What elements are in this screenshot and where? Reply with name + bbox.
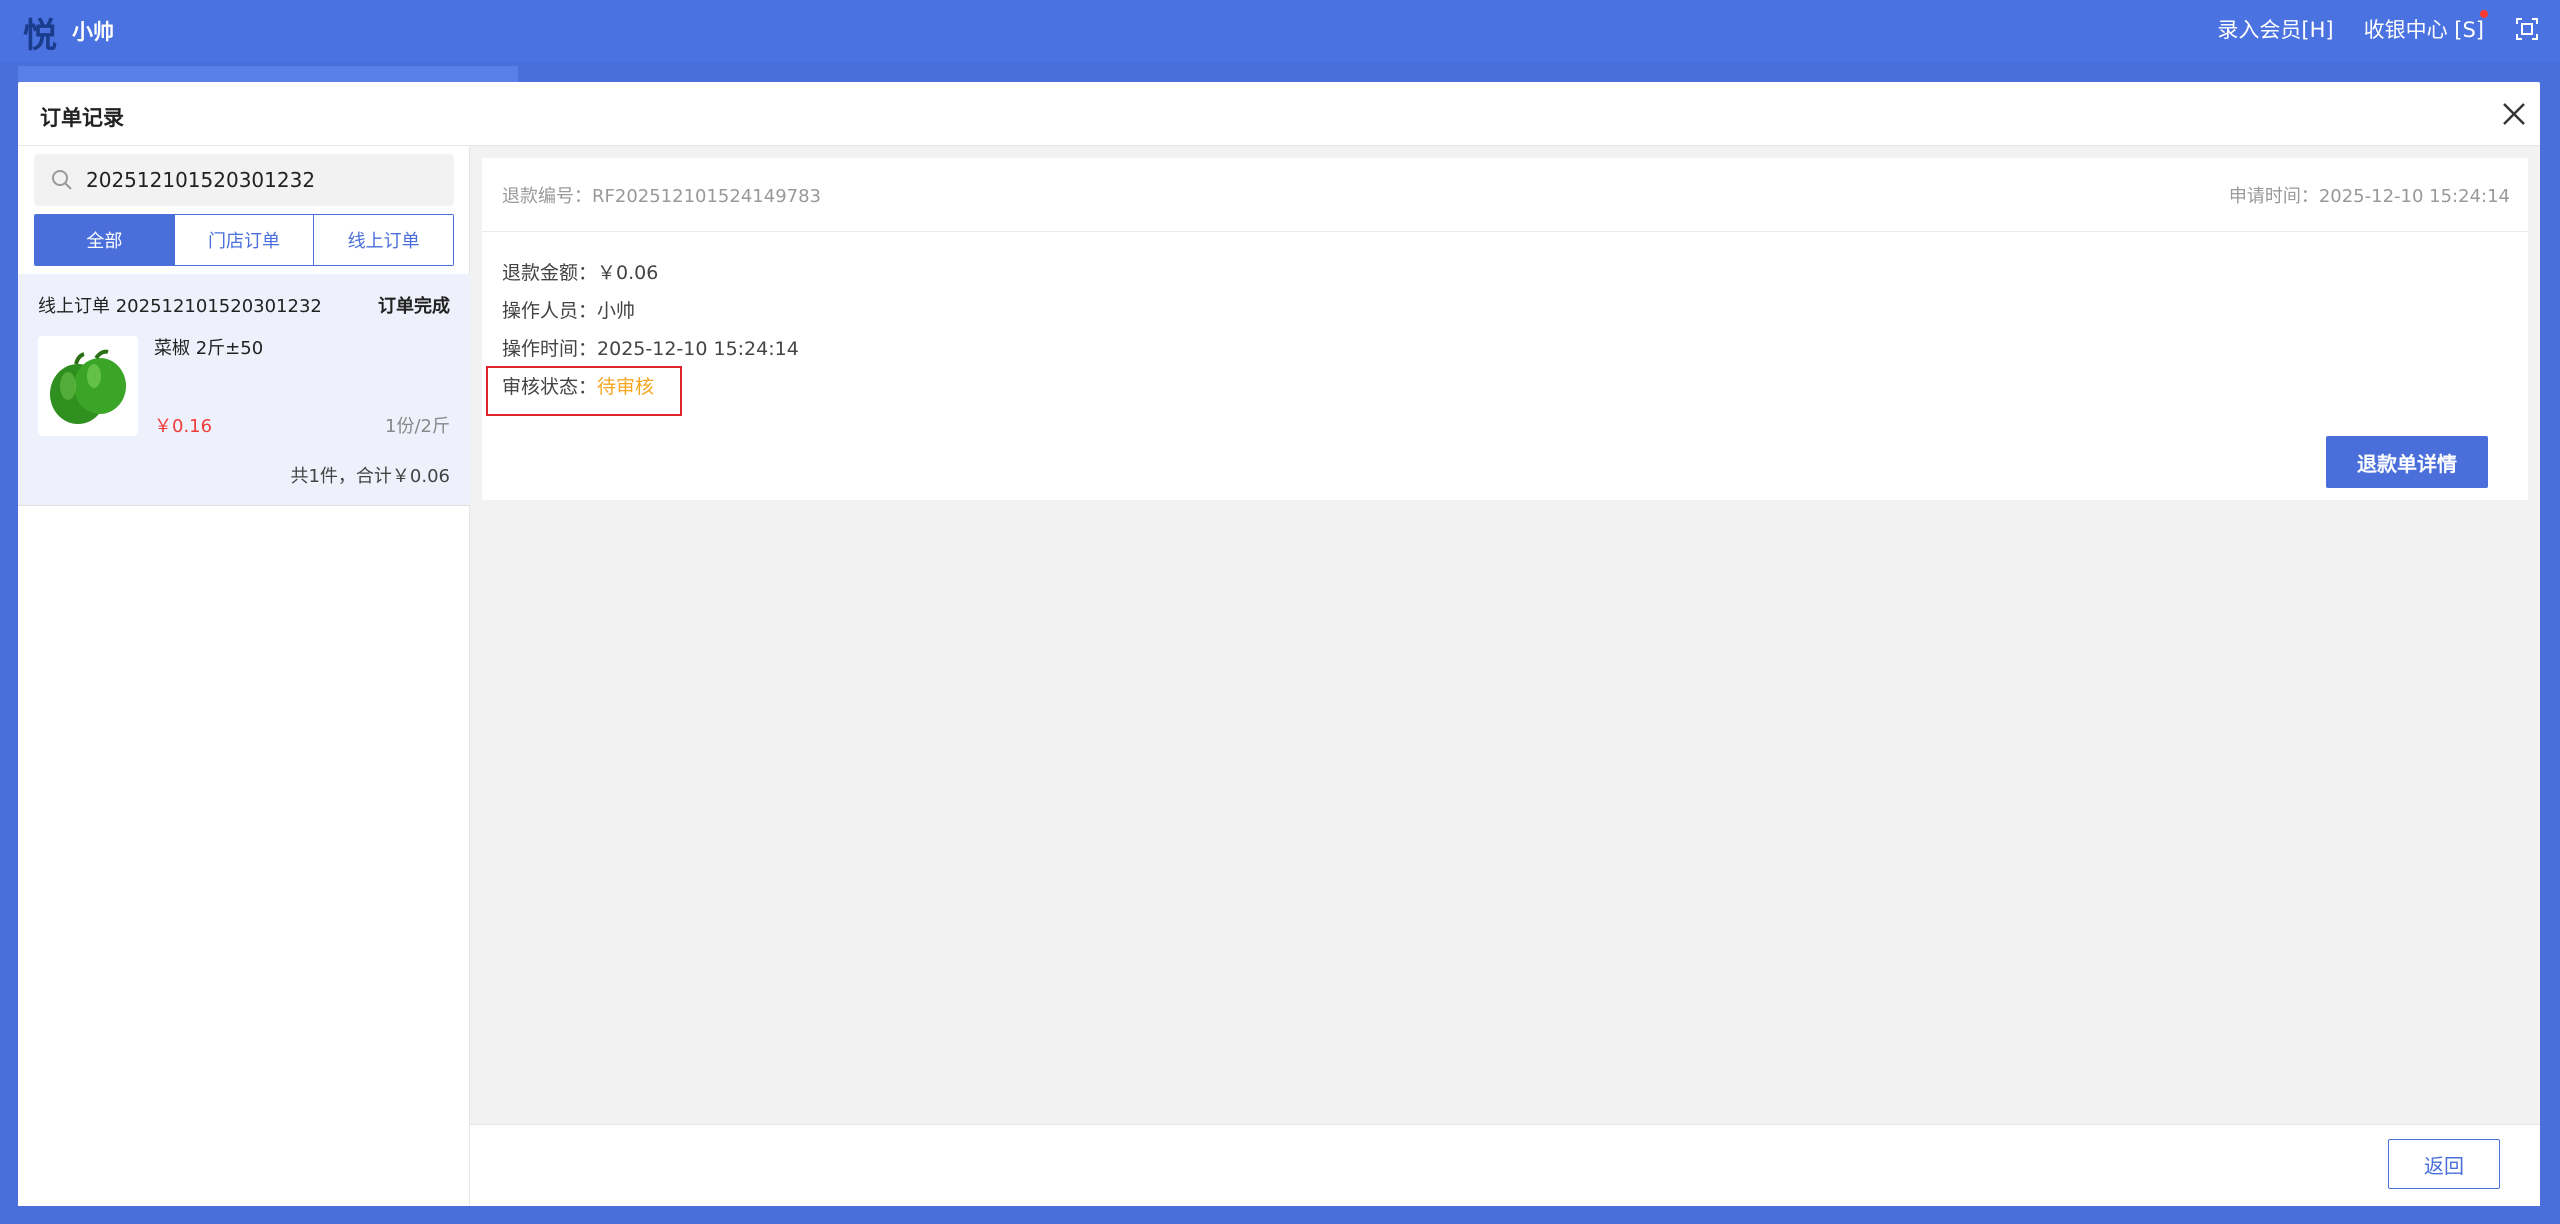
notification-dot [2480,10,2488,18]
scan-icon[interactable] [2514,16,2540,42]
apply-time-value: 2025-12-10 15:24:14 [2318,186,2510,207]
cashier-center-label: 收银中心 [S] [2363,18,2484,42]
operation-time-value: 2025-12-10 15:24:14 [597,338,799,360]
app-logo: 悦 [23,15,57,56]
product-price: ￥0.16 [154,416,213,437]
refund-number: 退款编号：RF202512101524149783 [502,182,821,208]
modal-footer: 返回 [470,1124,2540,1206]
order-type-tabs: 全部 门店订单 线上订单 [34,214,454,266]
operation-time-label: 操作时间： [502,338,598,360]
search-box[interactable] [34,154,454,206]
current-user-name: 小帅 [72,20,114,44]
refund-number-label: 退款编号： [502,186,592,207]
refund-card: 退款编号：RF202512101524149783 申请时间：2025-12-1… [482,158,2528,500]
tab-online-orders[interactable]: 线上订单 [314,215,453,265]
modal-title: 订单记录 [40,106,124,130]
tab-all[interactable]: 全部 [35,215,175,265]
order-list-panel: 全部 门店订单 线上订单 线上订单 202512101520301232 订单完… [18,146,470,1206]
operator-label: 操作人员： [502,300,598,322]
top-actions: 录入会员[H] 收银中心 [S] [2217,10,2540,44]
product-image-green-pepper [38,336,138,436]
refund-amount-label: 退款金额： [502,262,598,284]
back-button[interactable]: 返回 [2388,1139,2500,1189]
order-records-modal: 订单记录 全部 门店订单 线上订单 线上订单 20251210152030123… [18,82,2540,1206]
apply-time-label: 申请时间： [2228,186,2319,207]
operation-time-row: 操作时间：2025-12-10 15:24:14 [502,334,799,361]
top-bar: 悦 小帅 录入会员[H] 收银中心 [S] [0,0,2560,62]
operator-value: 小帅 [597,300,636,322]
cashier-center-link[interactable]: 收银中心 [S] [2363,10,2488,44]
apply-time: 申请时间：2025-12-10 15:24:14 [2229,182,2510,208]
order-total: 共1件，合计￥0.06 [290,466,450,487]
tab-store-orders[interactable]: 门店订单 [174,215,315,265]
search-input[interactable] [86,168,426,192]
refund-amount-value: ￥0.06 [597,262,659,284]
close-icon[interactable] [2498,98,2530,130]
refund-number-value: RF202512101524149783 [592,186,821,207]
refund-detail-panel: 退款编号：RF202512101524149783 申请时间：2025-12-1… [470,146,2540,1206]
order-status: 订单完成 [378,296,450,317]
product-quantity: 1份/2斤 [385,416,450,437]
register-member-link[interactable]: 录入会员[H] [2217,14,2333,44]
refund-amount-row: 退款金额：￥0.06 [502,258,658,285]
order-number: 线上订单 202512101520301232 [38,296,322,317]
audit-status-highlight [486,366,682,416]
search-icon [50,168,74,192]
operator-row: 操作人员：小帅 [502,296,635,323]
modal-header: 订单记录 [18,82,2540,146]
order-list-item[interactable]: 线上订单 202512101520301232 订单完成 菜椒 2斤±50 ￥0… [18,274,470,506]
refund-card-header: 退款编号：RF202512101524149783 申请时间：2025-12-1… [482,158,2528,232]
product-name: 菜椒 2斤±50 [154,338,264,359]
refund-detail-button[interactable]: 退款单详情 [2326,436,2488,488]
